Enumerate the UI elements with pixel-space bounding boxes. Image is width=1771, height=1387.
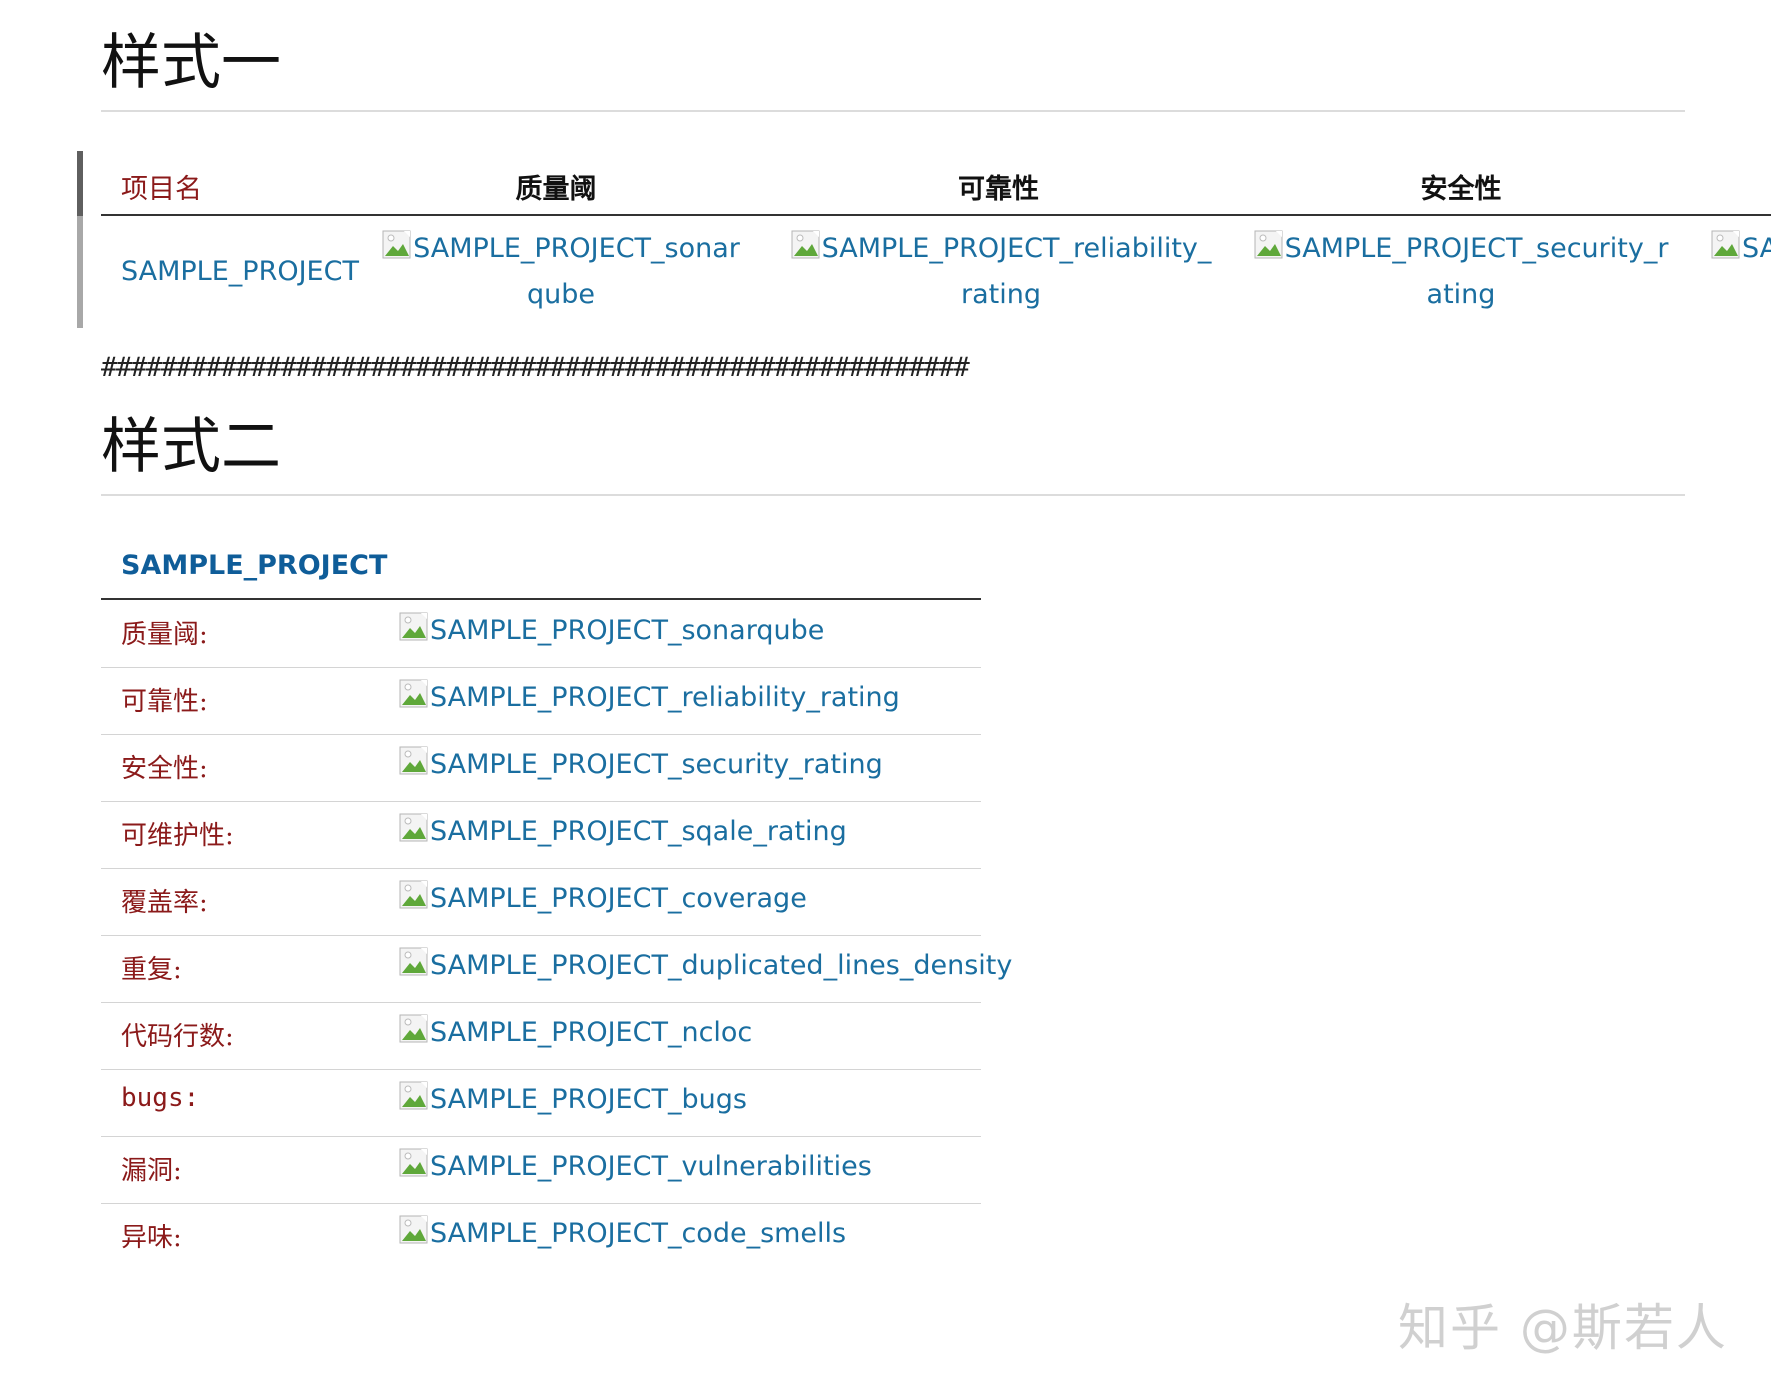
metric-badge[interactable]: SAMPLE_PROJECT_code_smells xyxy=(399,1215,846,1249)
project-title: SAMPLE_PROJECT xyxy=(121,550,388,581)
metric-label: 异味: xyxy=(121,1223,182,1253)
metric-alt-text: SAMPLE_PROJECT_code_smells xyxy=(430,1218,847,1249)
metric-alt-text: SAMPLE_PROJECT_reliability_rating xyxy=(430,682,900,713)
broken-image-icon xyxy=(399,1081,429,1111)
broken-image-icon xyxy=(399,1014,429,1044)
style-two-heading: 样式二 xyxy=(101,412,281,482)
metric-label: 可维护性: xyxy=(121,821,234,851)
broken-image-icon xyxy=(382,230,412,260)
metric-badge[interactable]: SAMPLE_PROJECT_vulnerabilities xyxy=(399,1148,872,1182)
broken-image-icon xyxy=(399,880,429,910)
metric-alt-text: SAMPLE_PROJECT_bugs xyxy=(430,1084,747,1115)
style-one-table-header: 项目名 质量阈 可靠性 安全性 xyxy=(101,151,1771,215)
metric-badge[interactable]: SAMPLE_PROJECT_sonarqube xyxy=(399,612,824,646)
broken-image-icon xyxy=(791,230,821,260)
broken-image-icon xyxy=(399,679,429,709)
table-row: 异味: SAMPLE_PROJECT_code_smells xyxy=(101,1203,981,1270)
metric-label: 覆盖率: xyxy=(121,888,208,918)
metric-label: 重复: xyxy=(121,955,182,985)
metric-badge[interactable]: SAMPLE_PROJECT_sqale_rating xyxy=(399,813,847,847)
table-row: 可靠性: SAMPLE_PROJECT_reliability_rating xyxy=(101,667,981,735)
column-header-project-name: 项目名 xyxy=(121,174,202,205)
quality-gate-badge[interactable]: SAMPLE_PROJECT_sonarqube xyxy=(381,226,741,318)
metric-badge[interactable]: SAMPLE_PROJECT_ncloc xyxy=(399,1014,752,1048)
column-header-reliability: 可靠性 xyxy=(958,174,1039,205)
page: 样式一 项目名 质量阈 可靠性 安全性 SAMPLE_PROJECT SAMPL… xyxy=(0,0,1771,1387)
metric-label: 可靠性: xyxy=(121,687,208,717)
broken-image-icon xyxy=(399,947,429,977)
column-header-quality-gate: 质量阈 xyxy=(515,174,597,205)
metric-alt-text: SAMPLE_PROJECT_ncloc xyxy=(430,1017,753,1048)
metric-alt-text: SAMPLE_PROJECT_sqale_rating xyxy=(430,816,847,847)
hash-separator: ########################################… xyxy=(101,352,970,383)
blockquote-bar-lower xyxy=(77,216,83,328)
metric-label: 安全性: xyxy=(121,754,208,784)
reliability-badge[interactable]: SAMPLE_PROJECT_reliability_rating xyxy=(786,226,1216,318)
table-row: 可维护性: SAMPLE_PROJECT_sqale_rating xyxy=(101,801,981,869)
table-row: bugs: SAMPLE_PROJECT_bugs xyxy=(101,1069,981,1137)
table-row: 质量阈: SAMPLE_PROJECT_sonarqube xyxy=(101,600,981,668)
blockquote-bar xyxy=(77,151,83,328)
table-row: 漏洞: SAMPLE_PROJECT_vulnerabilities xyxy=(101,1136,981,1204)
metric-alt-text: SAMPLE_PROJECT_coverage xyxy=(430,883,807,914)
project-link[interactable]: SAMPLE_PROJECT xyxy=(121,256,359,287)
table-row: 重复: SAMPLE_PROJECT_duplicated_lines_dens… xyxy=(101,935,1012,1003)
metric-label: bugs: xyxy=(121,1083,200,1113)
metric-alt-text: SAMPLE_PROJECT_sonarqube xyxy=(430,615,825,646)
metric-label: 漏洞: xyxy=(121,1156,182,1186)
column-header-security: 安全性 xyxy=(1420,174,1502,205)
reliability-alt-text: SAMPLE_PROJECT_reliability_rating xyxy=(821,233,1212,310)
broken-image-icon xyxy=(399,746,429,776)
heading-rule xyxy=(101,494,1685,496)
security-alt-text: SAMPLE_PROJECT_security_rating xyxy=(1284,233,1669,310)
maintainability-alt-text: SA xyxy=(1742,233,1771,264)
metric-badge[interactable]: SAMPLE_PROJECT_reliability_rating xyxy=(399,679,900,713)
metric-label: 质量阈: xyxy=(121,620,208,650)
table-row: 覆盖率: SAMPLE_PROJECT_coverage xyxy=(101,868,981,936)
table-row: 安全性: SAMPLE_PROJECT_security_rating xyxy=(101,734,981,802)
table-row: SAMPLE_PROJECT SAMPLE_PROJECT_sonarqube … xyxy=(101,216,1771,328)
broken-image-icon xyxy=(1711,230,1741,260)
metric-label: 代码行数: xyxy=(121,1022,234,1052)
broken-image-icon xyxy=(399,1148,429,1178)
table-row: 代码行数: SAMPLE_PROJECT_ncloc xyxy=(101,1002,981,1070)
metric-badge[interactable]: SAMPLE_PROJECT_duplicated_lines_density xyxy=(399,947,1012,981)
metric-badge[interactable]: SAMPLE_PROJECT_coverage xyxy=(399,880,807,914)
metric-badge[interactable]: SAMPLE_PROJECT_security_rating xyxy=(399,746,883,780)
maintainability-badge[interactable]: SA xyxy=(1711,226,1771,272)
style-one-heading: 样式一 xyxy=(101,28,281,98)
quality-gate-alt-text: SAMPLE_PROJECT_sonarqube xyxy=(413,233,740,310)
watermark: 知乎 @斯若人 xyxy=(1398,1299,1728,1357)
metric-alt-text: SAMPLE_PROJECT_vulnerabilities xyxy=(430,1151,872,1182)
metric-badge[interactable]: SAMPLE_PROJECT_bugs xyxy=(399,1081,747,1115)
broken-image-icon xyxy=(399,813,429,843)
metric-alt-text: SAMPLE_PROJECT_security_rating xyxy=(430,749,883,780)
broken-image-icon xyxy=(1254,230,1284,260)
metric-alt-text: SAMPLE_PROJECT_duplicated_lines_density xyxy=(430,950,1013,981)
broken-image-icon xyxy=(399,1215,429,1245)
security-badge[interactable]: SAMPLE_PROJECT_security_rating xyxy=(1246,226,1676,318)
heading-rule xyxy=(101,110,1685,112)
broken-image-icon xyxy=(399,612,429,642)
